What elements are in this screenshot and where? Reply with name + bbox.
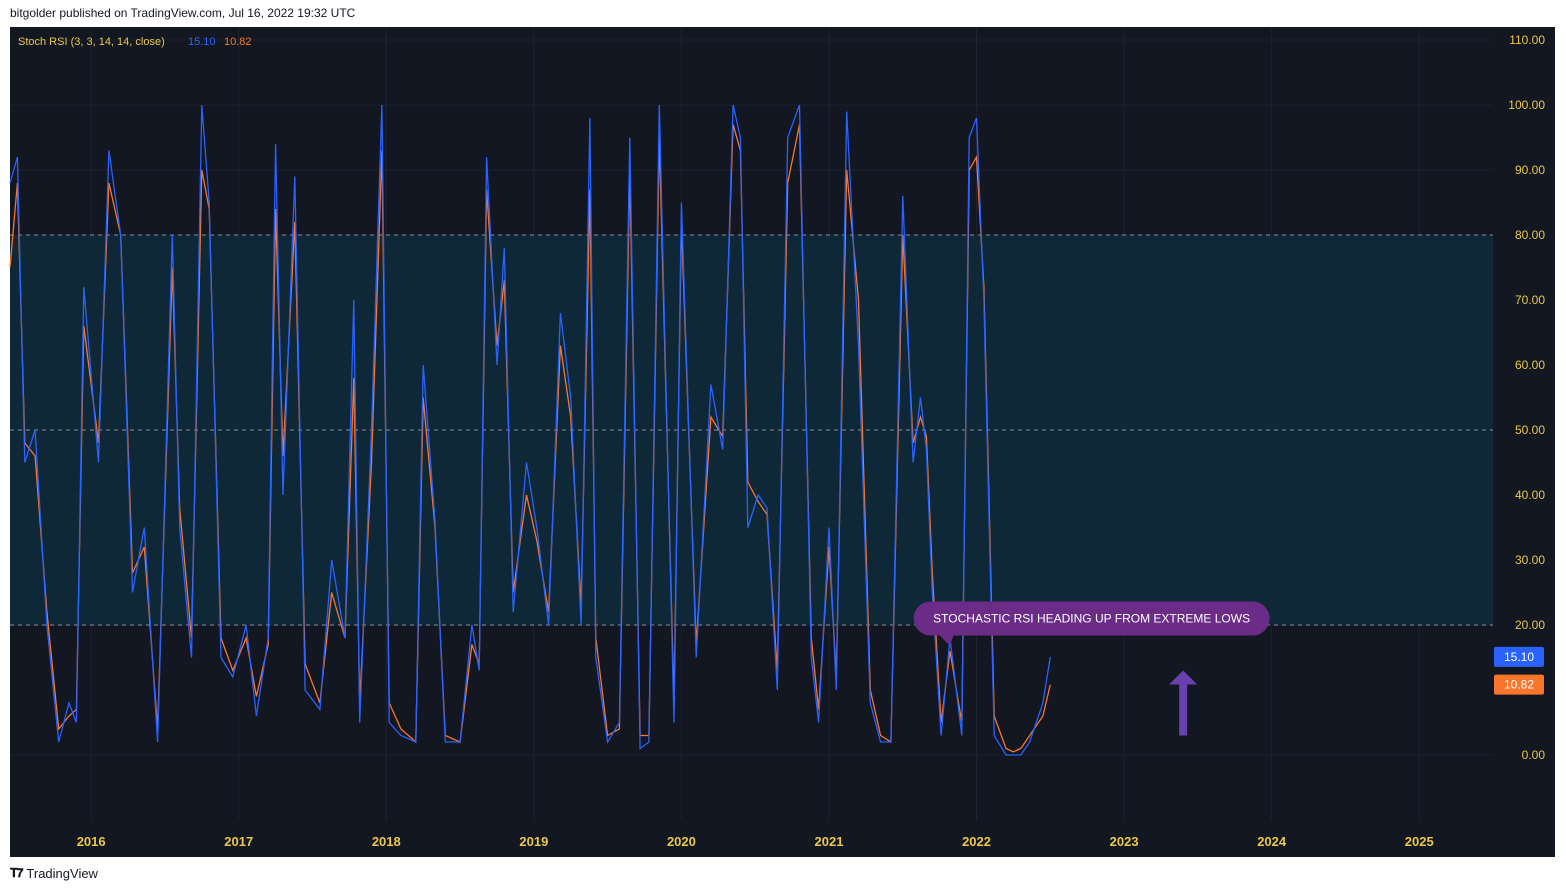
price-tag-label: 15.10	[1504, 650, 1534, 664]
legend-indicator-name: Stoch RSI (3, 3, 14, 14, close)	[18, 36, 165, 48]
price-tag-label: 10.82	[1504, 678, 1534, 692]
x-tick-label: 2021	[815, 834, 844, 849]
y-tick-label: 110.00	[1509, 33, 1545, 47]
y-tick-label: 90.00	[1515, 163, 1545, 177]
x-tick-label: 2022	[962, 834, 991, 849]
y-tick-label: 20.00	[1515, 618, 1545, 632]
y-tick-label: 50.00	[1515, 423, 1545, 437]
x-tick-label: 2019	[519, 834, 548, 849]
y-tick-label: 30.00	[1515, 553, 1545, 567]
x-tick-label: 2016	[77, 834, 106, 849]
x-tick-label: 2018	[372, 834, 401, 849]
y-tick-label: 80.00	[1515, 228, 1545, 242]
x-tick-label: 2017	[224, 834, 253, 849]
tradingview-logo-icon: 𝐓𝟕	[10, 866, 23, 880]
y-tick-label: 100.00	[1508, 98, 1545, 112]
x-tick-label: 2024	[1257, 834, 1287, 849]
legend-d-value: 10.82	[224, 36, 252, 48]
legend-k-value: 15.10	[188, 36, 216, 48]
y-tick-label: 60.00	[1515, 358, 1545, 372]
stoch-rsi-chart[interactable]: 110.00 100.00 90.00 80.00 70.00 60.00 50.00 40.…	[0, 0, 1566, 893]
footer: 𝐓𝟕 TradingView	[10, 866, 98, 881]
annotation-text: STOCHASTIC RSI HEADING UP FROM EXTREME L…	[933, 612, 1250, 626]
x-tick-label: 2025	[1405, 834, 1434, 849]
y-tick-label: 70.00	[1515, 293, 1545, 307]
x-tick-label: 2020	[667, 834, 696, 849]
y-tick-label: 0.00	[1522, 748, 1546, 762]
footer-brand: TradingView	[26, 866, 98, 881]
x-tick-label: 2023	[1110, 834, 1139, 849]
band-fill	[10, 235, 1493, 625]
y-tick-label: 40.00	[1515, 488, 1545, 502]
